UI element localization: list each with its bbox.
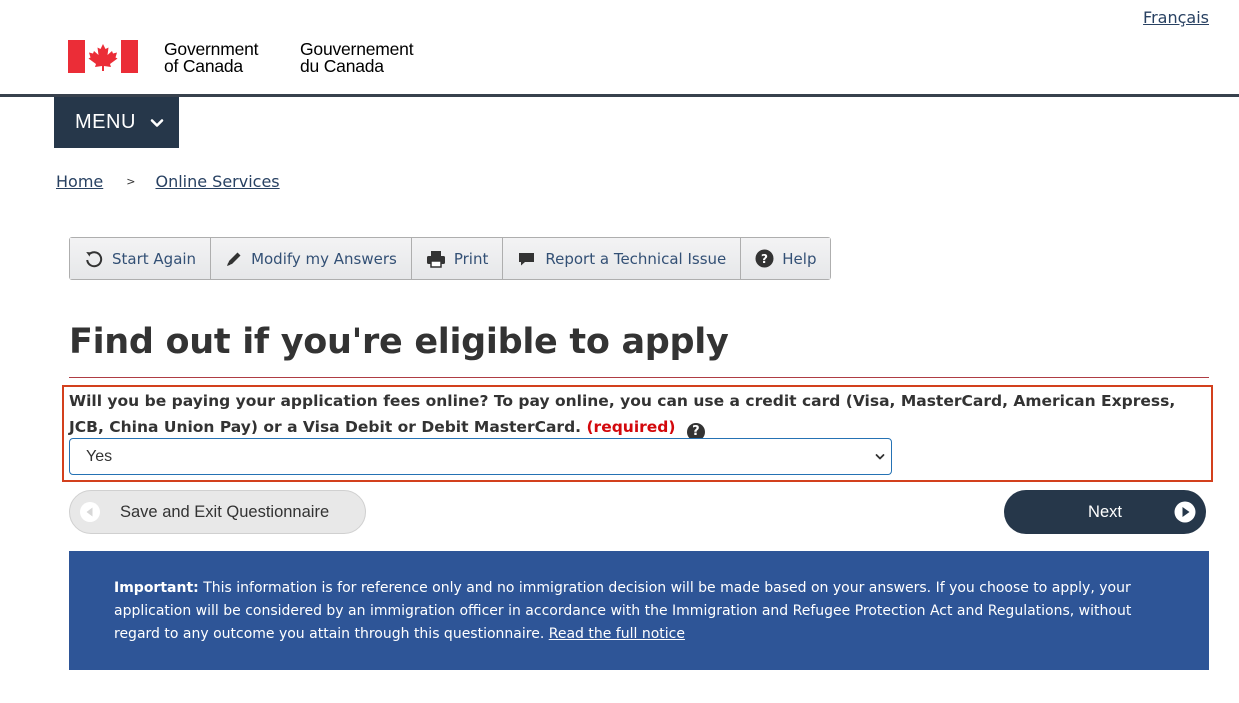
- chevron-down-icon: [875, 454, 885, 460]
- breadcrumb-separator: >: [126, 175, 136, 188]
- modify-answers-button[interactable]: Modify my Answers: [211, 238, 412, 279]
- question-label: Will you be paying your application fees…: [69, 388, 1209, 441]
- save-exit-button[interactable]: Save and Exit Questionnaire: [69, 490, 366, 534]
- report-issue-button[interactable]: Report a Technical Issue: [503, 238, 742, 279]
- payment-online-select[interactable]: Yes: [69, 438, 892, 475]
- title-underline: [69, 377, 1209, 378]
- arrow-right-circle-icon: [1174, 501, 1196, 523]
- breadcrumb-online-services-link[interactable]: Online Services: [155, 172, 279, 191]
- print-button[interactable]: Print: [411, 238, 504, 279]
- signature-english: Government of Canada: [164, 40, 258, 76]
- svg-text:?: ?: [761, 252, 768, 266]
- questionnaire-toolbar: Start Again Modify my Answers Print Repo…: [69, 237, 832, 280]
- language-toggle-link[interactable]: Français: [1143, 8, 1209, 27]
- breadcrumb-home-link[interactable]: Home: [56, 172, 103, 191]
- canada-flag-icon: [68, 40, 138, 73]
- help-button[interactable]: ? Help: [741, 238, 831, 279]
- important-notice: Important: This information is for refer…: [69, 551, 1209, 670]
- select-value: Yes: [86, 447, 113, 465]
- signature-french: Gouvernement du Canada: [300, 40, 414, 76]
- print-label: Print: [453, 249, 489, 268]
- arrow-left-circle-icon: [80, 502, 100, 522]
- signature-en-line2: of Canada: [164, 56, 243, 76]
- government-signature[interactable]: Government of Canada Gouvernement du Can…: [68, 40, 414, 75]
- save-exit-label: Save and Exit Questionnaire: [120, 502, 330, 521]
- read-full-notice-link[interactable]: Read the full notice: [549, 626, 685, 642]
- start-again-label: Start Again: [112, 249, 197, 268]
- menu-label: MENU: [75, 111, 136, 133]
- start-again-button[interactable]: Start Again: [70, 238, 212, 279]
- notice-label: Important:: [114, 580, 199, 596]
- signature-fr-line2: du Canada: [300, 56, 384, 76]
- modify-answers-label: Modify my Answers: [251, 249, 397, 268]
- page-title: Find out if you're eligible to apply: [69, 322, 729, 362]
- comment-icon: [519, 252, 535, 265]
- chevron-down-icon: [150, 118, 164, 127]
- report-issue-label: Report a Technical Issue: [545, 249, 727, 268]
- header-divider: [0, 94, 1239, 97]
- question-circle-icon: ?: [755, 249, 774, 268]
- menu-button[interactable]: MENU: [54, 97, 179, 148]
- required-label: (required): [586, 418, 676, 436]
- breadcrumb: Home > Online Services: [56, 172, 280, 191]
- pencil-icon: [227, 252, 241, 266]
- printer-icon: [426, 250, 445, 268]
- help-label: Help: [782, 249, 817, 268]
- next-button[interactable]: Next: [1004, 490, 1206, 534]
- next-label: Next: [1088, 502, 1122, 521]
- restart-icon: [86, 250, 103, 267]
